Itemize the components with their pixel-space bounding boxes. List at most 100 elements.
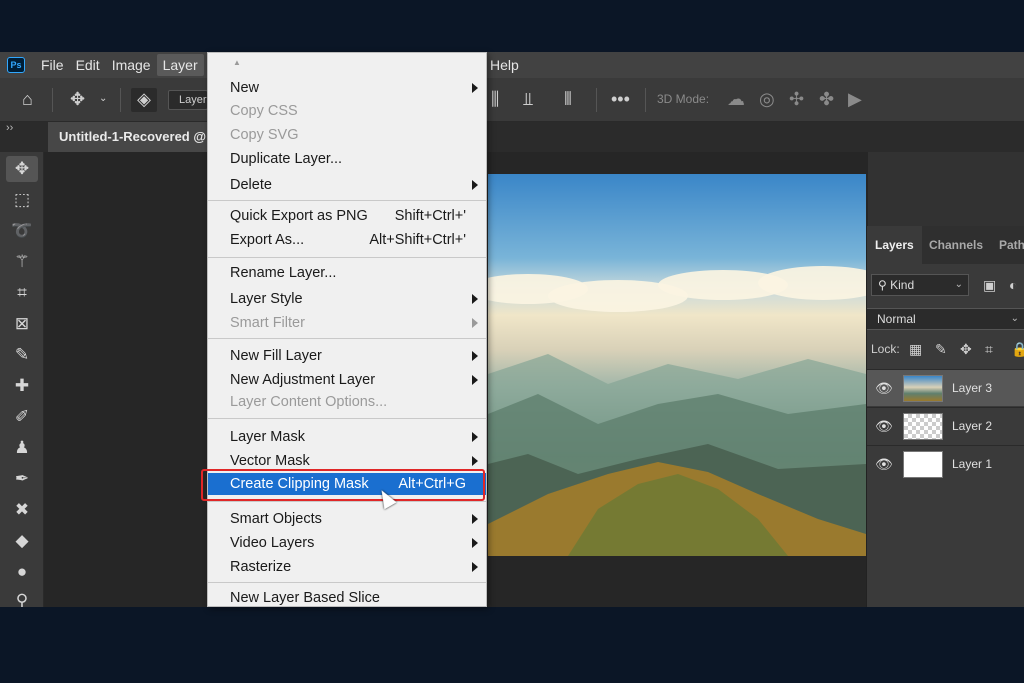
chevron-down-icon: ⌄ [1010,313,1019,324]
menu-item-new-layer-based-slice[interactable]: New Layer Based Slice [208,587,486,606]
menu-layer[interactable]: Layer [156,54,204,76]
lock-image-pixels-icon[interactable]: ✎ [935,336,947,362]
menu-help[interactable]: Help [490,52,519,78]
home-icon[interactable]: ⌂ [22,88,33,110]
3d-pan-icon[interactable]: ✣ [789,88,804,110]
layer-row-layer-2[interactable]: 👁 Layer 2 [867,407,1024,444]
tab-paths[interactable]: Path [999,226,1024,264]
distribute-icon[interactable]: ⦀ [564,88,572,110]
submenu-arrow-icon [472,538,478,548]
menu-item-copy-css[interactable]: Copy CSS [208,100,486,122]
move-tool-icon[interactable]: ✥ [6,156,38,182]
dodge-tool-icon[interactable]: ⚲ [6,588,38,607]
kind-filter-value: Kind [890,278,915,292]
menu-item-layer-mask[interactable]: Layer Mask [208,426,486,448]
paint-bucket-tool-icon[interactable]: ◆ [6,528,38,554]
eyedropper-tool-icon[interactable]: ✎ [6,342,38,368]
submenu-arrow-icon [472,351,478,361]
visibility-eye-icon[interactable]: 👁 [875,417,893,435]
eraser-tool-icon[interactable]: ✖ [6,497,38,523]
menu-item-smart-filter[interactable]: Smart Filter [208,312,486,334]
submenu-arrow-icon [472,83,478,93]
menu-edit[interactable]: Edit [70,54,106,76]
menu-image[interactable]: Image [106,54,157,76]
history-brush-tool-icon[interactable]: ✒ [6,466,38,492]
layer-name: Layer 3 [952,381,993,395]
3d-slide-icon[interactable]: ✤ [819,88,834,110]
layer-filter-row: ⚲ Kind ⌄ ▣ ◐ [867,274,1024,298]
3d-roll-icon[interactable]: ◎ [759,88,775,110]
lock-artboard-icon[interactable]: ⌗ [985,336,993,362]
more-options-icon[interactable]: ••• [611,88,630,110]
image-filter-icon[interactable]: ▣ [983,276,996,294]
menu-item-new-adjustment-layer[interactable]: New Adjustment Layer [208,369,486,391]
scroll-up-icon[interactable]: ▲ [233,58,241,67]
layers-panel: Layers Channels Path ⚲ Kind ⌄ ▣ ◐ Normal… [866,226,1024,607]
auto-select-target[interactable]: Layer [168,90,208,110]
menu-item-rasterize[interactable]: Rasterize [208,556,486,578]
clone-stamp-tool-icon[interactable]: ♟ [6,435,38,461]
align-vertical-centers-icon[interactable]: ⫼ [491,88,499,110]
menu-item-quick-export-png[interactable]: Quick Export as PNG Shift+Ctrl+' [208,205,486,227]
menu-item-video-layers[interactable]: Video Layers [208,532,486,554]
chevron-down-icon: ⌄ [954,279,963,290]
lock-transparent-pixels-icon[interactable]: ▦ [909,336,922,362]
magic-wand-tool-icon[interactable]: ⚚ [6,249,38,275]
menu-separator [208,338,486,339]
menu-item-label: Smart Filter [230,315,305,331]
frame-tool-icon[interactable]: ⊠ [6,311,38,337]
align-bottom-icon[interactable]: ⫫ [523,88,533,110]
chevron-down-icon[interactable]: ⌄ [99,88,107,110]
photoshop-logo: Ps [7,57,25,73]
lock-row: Lock: ▦ ✎ ✥ ⌗ 🔒 [867,336,1024,362]
3d-orbit-icon[interactable]: ☁ [727,88,745,110]
menu-item-duplicate-layer[interactable]: Duplicate Layer... [208,148,486,170]
menu-item-layer-style[interactable]: Layer Style [208,288,486,310]
auto-select-icon[interactable]: ◈ [131,88,157,112]
move-tool-icon[interactable]: ✥ [70,88,85,110]
canvas-image[interactable] [488,174,866,556]
menu-item-new[interactable]: New [208,77,486,99]
layer-thumbnail [903,375,943,402]
menu-item-smart-objects[interactable]: Smart Objects [208,508,486,530]
layer-name: Layer 2 [952,419,993,433]
mountain-ridges [488,354,866,556]
crop-tool-icon[interactable]: ⌗ [6,280,38,306]
visibility-eye-icon[interactable]: 👁 [875,379,893,397]
layer-row-layer-3[interactable]: 👁 Layer 3 [867,369,1024,406]
menu-item-shortcut: Shift+Ctrl+' [394,208,466,224]
brush-tool-icon[interactable]: ✐ [6,404,38,430]
blend-mode-select[interactable]: Normal ⌄ [867,308,1024,330]
menu-item-label: New Layer Based Slice [230,590,380,606]
3d-camera-icon[interactable]: ▶ [848,88,862,110]
document-tab-strip: ›› Untitled-1-Recovered @ [0,122,1024,152]
lasso-tool-icon[interactable]: ➰ [6,218,38,244]
menu-file[interactable]: File [35,54,70,76]
layer-row-layer-1[interactable]: 👁 Layer 1 [867,445,1024,482]
menu-item-new-fill-layer[interactable]: New Fill Layer [208,345,486,367]
blur-tool-icon[interactable]: ● [6,559,38,585]
tab-channels[interactable]: Channels [929,226,983,264]
document-tab[interactable]: Untitled-1-Recovered @ [48,122,208,152]
menu-item-layer-content-options[interactable]: Layer Content Options... [208,391,486,413]
submenu-arrow-icon [472,375,478,385]
expand-panels-icon[interactable]: ›› [6,122,13,134]
blend-mode-value: Normal [877,312,916,326]
healing-brush-tool-icon[interactable]: ✚ [6,373,38,399]
lock-all-icon[interactable]: 🔒 [1011,336,1024,362]
adjustment-filter-icon[interactable]: ◐ [1009,276,1017,294]
menu-item-label: Video Layers [230,535,315,551]
kind-filter-select[interactable]: ⚲ Kind ⌄ [871,274,969,296]
menu-item-copy-svg[interactable]: Copy SVG [208,124,486,146]
tab-layers[interactable]: Layers [867,226,922,264]
lock-position-icon[interactable]: ✥ [960,336,972,362]
submenu-arrow-icon [472,180,478,190]
menu-item-label: Quick Export as PNG [230,208,368,224]
menu-item-delete[interactable]: Delete [208,174,486,196]
menu-item-export-as[interactable]: Export As... Alt+Shift+Ctrl+' [208,229,486,251]
menu-item-shortcut: Alt+Shift+Ctrl+' [369,232,466,248]
menu-item-rename-layer[interactable]: Rename Layer... [208,262,486,284]
options-divider [596,88,597,112]
visibility-eye-icon[interactable]: 👁 [875,455,893,473]
marquee-tool-icon[interactable]: ⬚ [6,187,38,213]
